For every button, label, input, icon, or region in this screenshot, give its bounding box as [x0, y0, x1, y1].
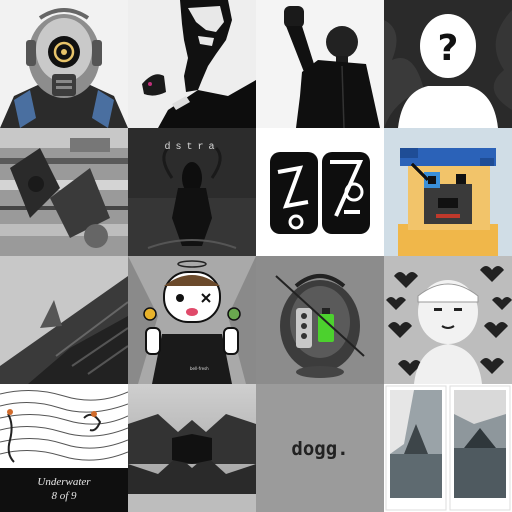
nft-tile-mirrored-mountain[interactable] — [128, 384, 256, 512]
nft-tile-skyscraper[interactable] — [0, 256, 128, 384]
nft-tile-raised-fist[interactable] — [256, 0, 384, 128]
pixel-pug-image — [384, 128, 512, 256]
svg-text:?: ? — [438, 28, 459, 69]
cartoon-peace-image — [128, 256, 256, 384]
abstract-glyph-image — [256, 128, 384, 256]
nft-tile-glitch-collage[interactable] — [0, 128, 128, 256]
cartoon-badge-text: bell-fresh — [190, 366, 209, 371]
clay-hearts-image — [384, 256, 512, 384]
nft-tile-ink-profile[interactable] — [128, 0, 256, 128]
nft-tile-cartoon-peace[interactable]: bell-fresh — [128, 256, 256, 384]
ink-profile-image — [128, 0, 256, 128]
underwater-caption-title: Underwater — [37, 476, 91, 488]
underwater-caption-count: 8 of 9 — [51, 490, 77, 502]
nft-tile-dogg[interactable]: dogg. — [256, 384, 384, 512]
nft-tile-mystery-silhouette[interactable]: ? — [384, 0, 512, 128]
mirrored-mountain-image — [128, 384, 256, 512]
dogg-title: dogg. — [291, 438, 349, 460]
nft-tile-pixel-pug[interactable] — [384, 128, 512, 256]
nft-tile-surreal-sculpture[interactable] — [256, 256, 384, 384]
glitch-collage-image — [0, 128, 128, 256]
surreal-sculpture-image — [256, 256, 384, 384]
nft-collection-grid: ? dstra bell-fresh Underwater 8 of 9 dog… — [0, 0, 512, 512]
nft-tile-robot-helmet[interactable] — [0, 0, 128, 128]
dstra-title: dstra — [164, 142, 220, 153]
nft-tile-clay-hearts[interactable] — [384, 256, 512, 384]
nft-tile-polaroid-photos[interactable] — [384, 384, 512, 512]
skyscraper-image — [0, 256, 128, 384]
raised-fist-image — [256, 0, 384, 128]
robot-helmet-image — [0, 0, 128, 128]
polaroid-photos-image — [384, 384, 512, 512]
nft-tile-underwater[interactable]: Underwater 8 of 9 — [0, 384, 128, 512]
nft-tile-abstract-glyph[interactable] — [256, 128, 384, 256]
mystery-silhouette-image: ? — [384, 0, 512, 128]
nft-tile-dstra[interactable]: dstra — [128, 128, 256, 256]
